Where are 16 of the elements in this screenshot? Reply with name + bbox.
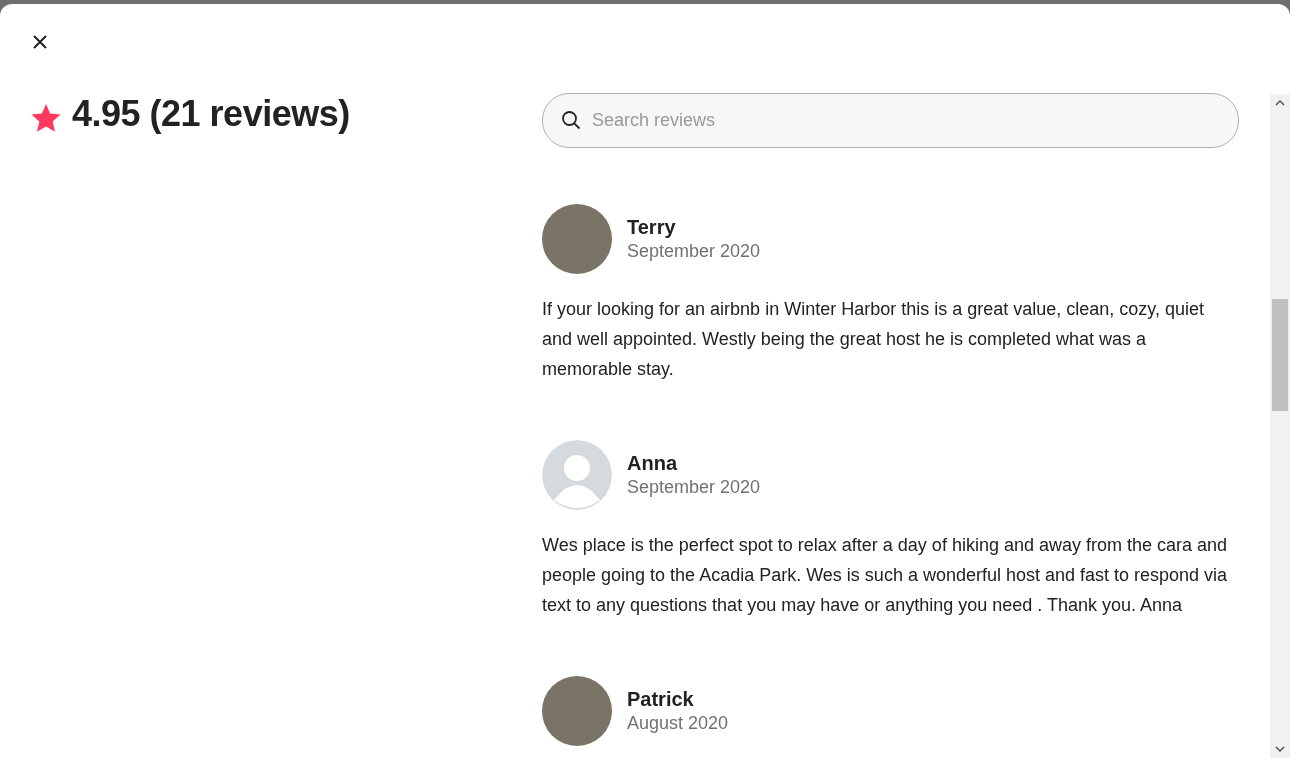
- scroll-up-icon[interactable]: [1275, 100, 1285, 106]
- review-date: September 2020: [627, 477, 761, 498]
- review-text: If your looking for an airbnb in Winter Harbor this is a great value, clean, cozy, quiet and well appointed. Westly being the great host he is completed what was a memorable stay.: [542, 298, 1205, 381]
- reviewer-name: Patrick: [627, 688, 695, 711]
- scrollbar[interactable]: [1270, 94, 1290, 758]
- rating-summary: 4.95 (21 reviews): [72, 93, 350, 135]
- scroll-down-icon[interactable]: [1275, 746, 1285, 752]
- scrollbar-thumb[interactable]: [1272, 299, 1288, 411]
- review-date: August 2020: [627, 713, 729, 734]
- reviewer-name: Anna: [627, 452, 679, 475]
- search-field[interactable]: Search reviews: [542, 93, 1239, 148]
- review-date: September 2020: [627, 241, 761, 262]
- review-text: Wes place is the perfect spot to relax after a day of hiking and away from the cara and people going to the Acadia Park. Wes is such a wonderful host and fast to respond via text to any questions that you may have or anything you need . Thank you. Anna: [542, 534, 1229, 617]
- avatar-silhouette-icon: [542, 440, 612, 510]
- reviewer-name: Terry: [627, 216, 677, 239]
- star-icon: [30, 102, 62, 134]
